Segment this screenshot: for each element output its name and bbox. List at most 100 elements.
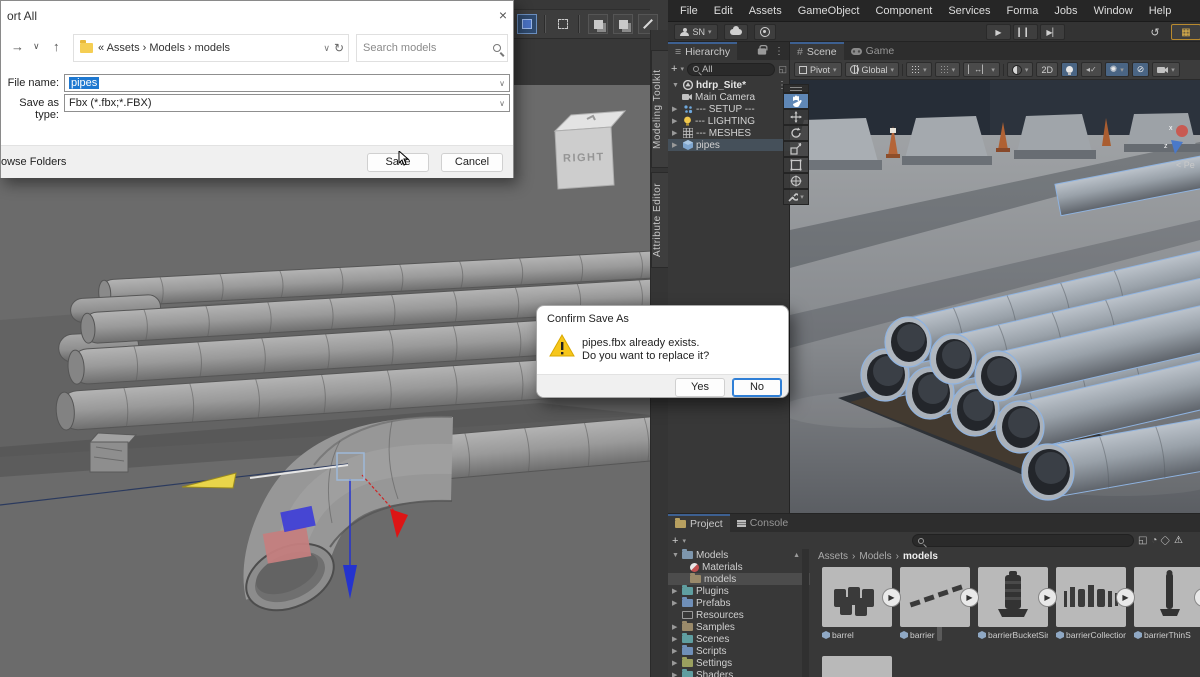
increment-snap-button[interactable]: ▾ — [935, 62, 961, 77]
asset-card-barrier[interactable]: ▶ barrier — [900, 567, 970, 640]
asset-thumbnail[interactable]: ▶ — [978, 567, 1048, 627]
project-breadcrumb[interactable]: Assets › Models › models — [818, 549, 938, 563]
recent-locations-icon[interactable]: ∨ — [33, 41, 40, 52]
tab-attribute-editor[interactable]: Attribute Editor — [651, 172, 669, 268]
menu-assets[interactable]: Assets — [741, 5, 790, 17]
tree-shaders[interactable]: ▶Shaders — [668, 669, 810, 677]
search-window-icon[interactable]: ◱ — [778, 64, 787, 75]
hierarchy-row-lighting[interactable]: ▶ --- LIGHTING — [668, 115, 790, 127]
audio-toggle[interactable]: ◂✓ — [1081, 62, 1102, 77]
chevron-down-icon[interactable]: ∨ — [499, 79, 505, 88]
search-input[interactable]: Search models — [356, 34, 508, 62]
asset-card-barrier-thin[interactable]: ▶ barrierThinS — [1134, 567, 1200, 640]
collab-icon[interactable]: ◔ — [1151, 535, 1157, 546]
alert-icon[interactable]: ⚠ — [1174, 535, 1183, 546]
project-tree-scrollbar[interactable] — [802, 549, 809, 677]
tree-materials[interactable]: Materials — [668, 561, 810, 573]
hidden-objects-toggle[interactable]: ⊘ — [1132, 62, 1150, 77]
camera-settings-button[interactable]: ▾ — [1152, 62, 1180, 77]
close-icon[interactable]: × — [495, 7, 511, 23]
chevron-down-icon[interactable]: ▾ — [682, 537, 686, 545]
global-button[interactable]: Global ▾ — [845, 62, 900, 77]
tab-console[interactable]: Console — [730, 514, 796, 532]
tree-prefabs[interactable]: ▶Prefabs — [668, 597, 810, 609]
rotate-tool[interactable] — [783, 125, 809, 141]
asset-card-barrier-collection[interactable]: ▶ barrierCollection — [1056, 567, 1126, 640]
grid-snap-button[interactable]: ▾ — [906, 62, 932, 77]
pivot-button[interactable]: Pivot ▾ — [794, 62, 842, 77]
lighting-toggle[interactable] — [1061, 62, 1078, 77]
step-button[interactable]: ▶▏ — [1040, 24, 1065, 40]
tree-scenes[interactable]: ▶Scenes — [668, 633, 810, 645]
breadcrumb[interactable]: « Assets › Models › models ∨ ↻ — [73, 34, 349, 62]
preview-play-button[interactable]: ▶ — [882, 588, 901, 607]
refresh-icon[interactable]: ↻ — [334, 41, 344, 55]
menu-gameobject[interactable]: GameObject — [790, 5, 868, 17]
hierarchy-row-pipes[interactable]: ▶ pipes — [668, 139, 790, 151]
account-button[interactable]: SN ▾ — [674, 24, 718, 40]
project-search-input[interactable] — [912, 534, 1134, 547]
scene-viewport[interactable]: x z < Pe — [790, 80, 1200, 513]
move-tool[interactable] — [783, 109, 809, 125]
scale-tool[interactable] — [783, 141, 809, 157]
no-button[interactable]: No — [732, 378, 782, 397]
menu-services[interactable]: Services — [940, 5, 998, 17]
save-type-select[interactable]: Fbx (*.fbx;*.FBX) ∨ — [64, 94, 510, 112]
tab-hierarchy[interactable]: ≡ Hierarchy — [668, 42, 737, 60]
forward-icon[interactable]: → — [11, 39, 24, 54]
paste-icon[interactable] — [613, 14, 633, 34]
yes-button[interactable]: Yes — [675, 378, 725, 397]
overlay-drag-handle[interactable] — [783, 84, 809, 93]
tab-project[interactable]: Project — [668, 514, 730, 532]
asset-card-barrel[interactable]: ▶ barrel — [822, 567, 892, 640]
hierarchy-search-input[interactable]: All — [687, 63, 776, 76]
collab-target-button[interactable] — [754, 24, 776, 40]
hierarchy-row-main-camera[interactable]: Main Camera — [668, 91, 790, 103]
label-icon[interactable]: ▢ — [1159, 534, 1173, 548]
chevron-down-icon[interactable]: ∨ — [499, 99, 505, 108]
tree-scripts[interactable]: ▶Scripts — [668, 645, 810, 657]
crumb-models-sub[interactable]: models — [903, 551, 938, 562]
foldout-caret[interactable]: ▶ — [672, 141, 680, 149]
cloud-button[interactable] — [724, 24, 748, 40]
selection-mask-icon[interactable] — [517, 14, 537, 34]
cancel-button[interactable]: Cancel — [441, 153, 503, 172]
up-icon[interactable]: ↑ — [53, 39, 60, 54]
file-name-input[interactable]: pipes ∨ — [64, 74, 510, 92]
tab-scene[interactable]: # Scene — [790, 42, 844, 60]
hierarchy-row-setup[interactable]: ▶ --- SETUP --- — [668, 103, 790, 115]
copy-icon[interactable] — [588, 14, 608, 34]
kebab-menu-icon[interactable]: ⋮ — [774, 46, 784, 57]
focus-inspector-icon[interactable]: ◱ — [1138, 535, 1147, 546]
tree-resources[interactable]: Resources — [668, 609, 810, 621]
menu-edit[interactable]: Edit — [706, 5, 741, 17]
foldout-caret[interactable]: ▶ — [672, 105, 680, 113]
transform-tool[interactable] — [783, 173, 809, 189]
hierarchy-row-meshes[interactable]: ▶ --- MESHES — [668, 127, 790, 139]
menu-window[interactable]: Window — [1086, 5, 1141, 17]
custom-tool-button[interactable]: ▾ — [783, 189, 809, 205]
asset-card-barrier-bucket[interactable]: ▶ barrierBucketSing... — [978, 567, 1048, 640]
crumb-models[interactable]: Models — [859, 551, 891, 562]
tree-samples[interactable]: ▶Samples — [668, 621, 810, 633]
tab-modeling-toolkit[interactable]: Modeling Toolkit — [651, 50, 669, 168]
2d-toggle[interactable]: 2D — [1036, 62, 1058, 77]
asset-thumbnail-partial[interactable] — [822, 656, 892, 677]
effects-toggle[interactable]: ✺▾ — [1105, 62, 1129, 77]
menu-file[interactable]: File — [672, 5, 706, 17]
preview-play-button[interactable]: ▶ — [960, 588, 979, 607]
pause-button[interactable]: ▎▎ — [1013, 24, 1038, 40]
marquee-select-icon[interactable] — [553, 14, 573, 34]
asset-thumbnail[interactable]: ▶ — [1056, 567, 1126, 627]
chevron-down-icon[interactable]: ∨ — [323, 43, 330, 54]
tree-settings[interactable]: ▶Settings — [668, 657, 810, 669]
menu-help[interactable]: Help — [1141, 5, 1180, 17]
add-object-button[interactable]: + — [671, 63, 677, 75]
play-button[interactable]: ▶ — [986, 24, 1011, 40]
preview-play-button[interactable]: ▶ — [1038, 588, 1057, 607]
asset-thumbnail[interactable]: ▶ — [1134, 567, 1200, 627]
tab-game[interactable]: Game — [844, 42, 902, 60]
foldout-caret[interactable]: ▶ — [672, 117, 680, 125]
menu-forma[interactable]: Forma — [999, 5, 1047, 17]
crumb-assets[interactable]: Assets — [818, 551, 848, 562]
